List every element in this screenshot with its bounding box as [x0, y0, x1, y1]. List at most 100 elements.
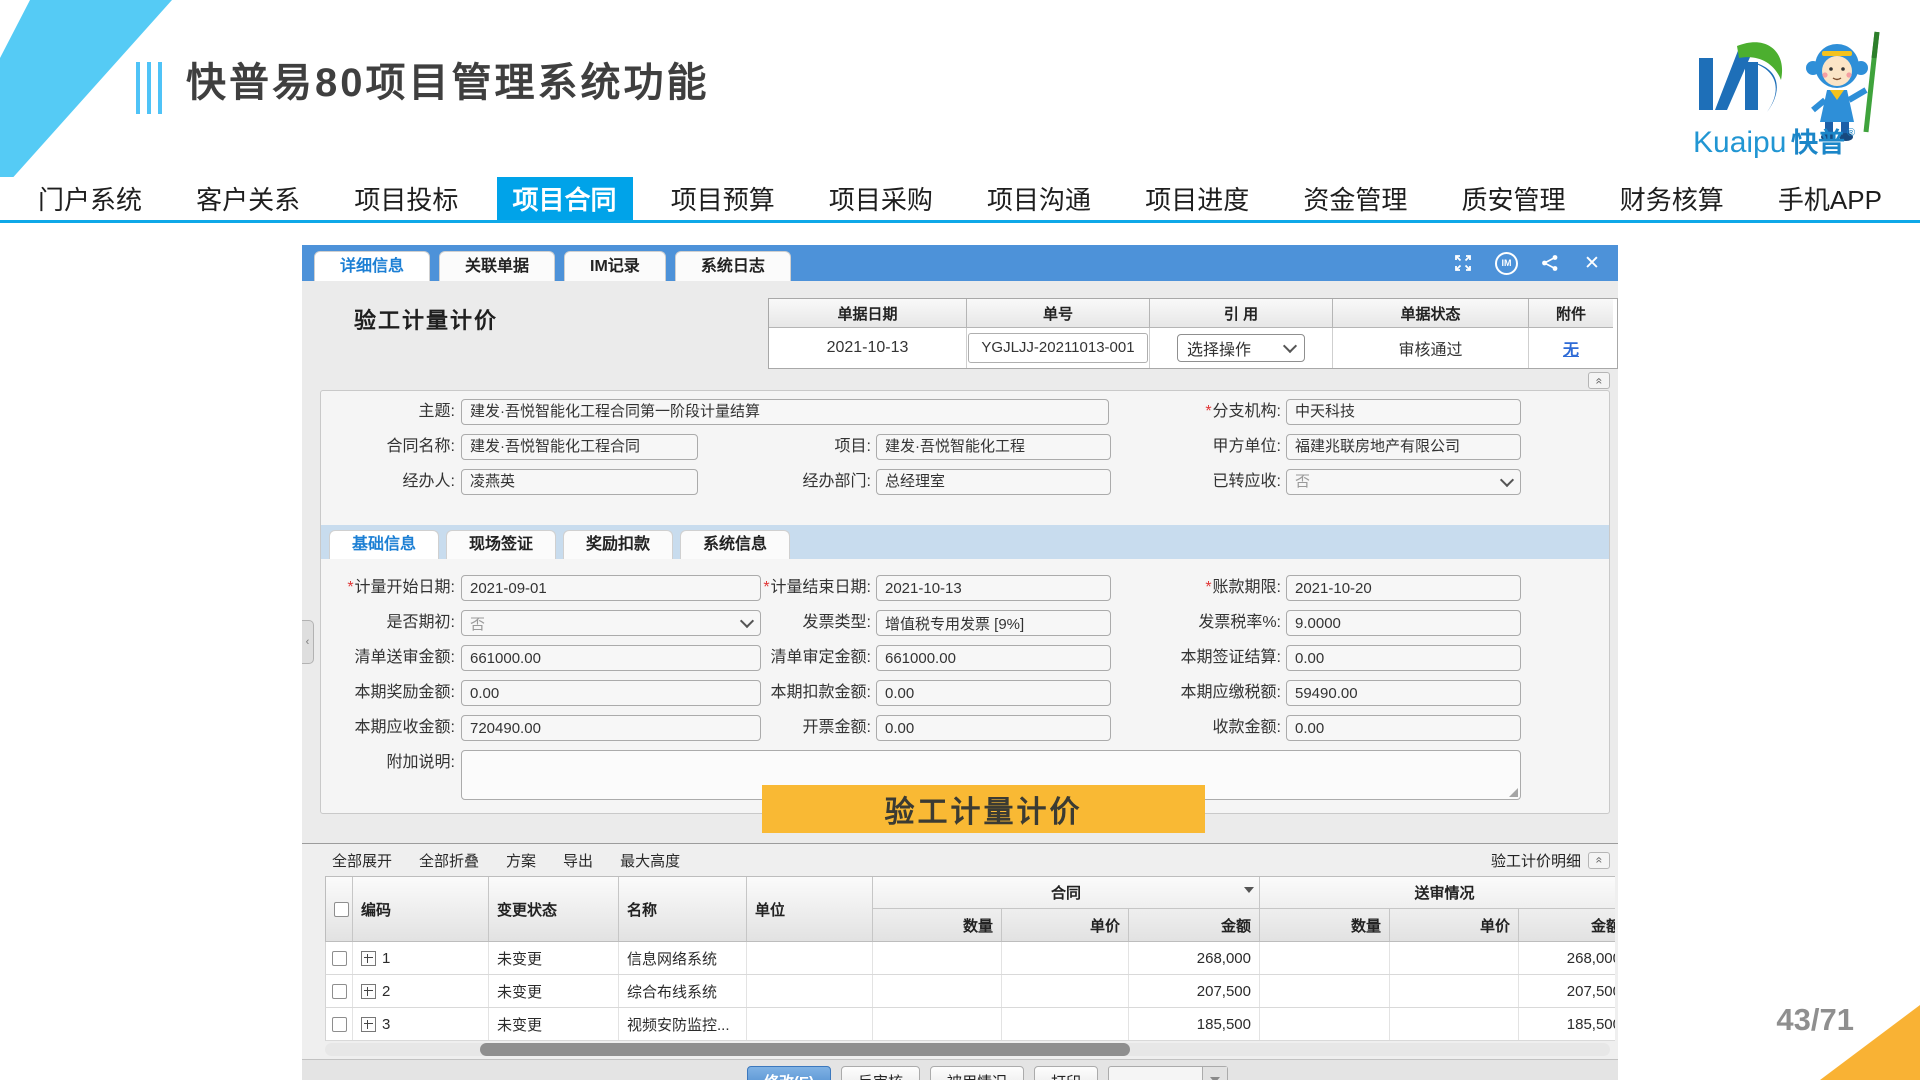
share-icon[interactable] [1540, 253, 1560, 273]
select-field[interactable]: 否 [461, 610, 761, 636]
text-field[interactable]: 720490.00 [461, 715, 761, 741]
handler-dept-field[interactable]: 总经理室 [876, 469, 1111, 495]
window-tab-4[interactable]: 系统日志 [675, 251, 791, 281]
nav-item-9[interactable]: 资金管理 [1287, 177, 1423, 220]
window-tab-3[interactable]: IM记录 [564, 251, 666, 281]
sub-tab-1[interactable]: 基础信息 [329, 530, 439, 559]
nav-item-10[interactable]: 质安管理 [1446, 177, 1582, 220]
text-field[interactable]: 661000.00 [876, 645, 1111, 671]
group-contract[interactable]: 合同 [873, 877, 1260, 909]
expand-icon[interactable] [1453, 253, 1473, 273]
text-field[interactable]: 0.00 [876, 680, 1111, 706]
col-review-price[interactable]: 单价 [1390, 909, 1519, 941]
nav-item-7[interactable]: 项目沟通 [971, 177, 1107, 220]
row-checkbox[interactable] [332, 984, 347, 999]
toolbar-link-1[interactable]: 全部展开 [332, 850, 392, 871]
window-tab-1[interactable]: 详细信息 [314, 251, 430, 281]
text-field[interactable]: 0.00 [1286, 645, 1521, 671]
reference-select[interactable]: 选择操作 [1177, 334, 1305, 362]
scrollbar-thumb[interactable] [480, 1043, 1130, 1056]
party-a-field[interactable]: 福建兆联房地产有限公司 [1286, 434, 1521, 460]
subject-label: 主题: [327, 399, 455, 425]
handler-label: 经办人: [327, 469, 455, 495]
panel-collapse-handle[interactable]: ‹ [302, 620, 314, 664]
text-field[interactable]: 0.00 [1286, 715, 1521, 741]
subject-field[interactable]: 建发·吾悦智能化工程合同第一阶段计量结算 [461, 399, 1109, 425]
toolbar-link-4[interactable]: 导出 [563, 850, 593, 871]
note-label: 附加说明: [327, 750, 455, 776]
field-label: *账款期限: [1137, 575, 1281, 601]
col-unit[interactable]: 单位 [747, 877, 873, 941]
sub-tab-4[interactable]: 系统信息 [680, 530, 790, 559]
toolbar-link-5[interactable]: 最大高度 [620, 850, 680, 871]
row-checkbox[interactable] [332, 951, 347, 966]
row-review-amount: 185,500 [1519, 1008, 1615, 1040]
group-review[interactable]: 送审情况 [1260, 877, 1615, 909]
row-unit [747, 975, 873, 1007]
modify-button[interactable]: 修改(E) [747, 1066, 831, 1080]
branch-field[interactable]: 中天科技 [1286, 399, 1521, 425]
expand-row-icon[interactable] [361, 1017, 376, 1032]
nav-item-2[interactable]: 客户关系 [180, 177, 316, 220]
col-contract-price[interactable]: 单价 [1002, 909, 1129, 941]
footer-button-2[interactable]: 被用情况 [930, 1066, 1024, 1080]
doc-col-status: 单据状态 [1333, 299, 1529, 328]
nav-item-3[interactable]: 项目投标 [338, 177, 474, 220]
required-asterisk: * [1205, 579, 1211, 596]
nav-item-5[interactable]: 项目预算 [655, 177, 791, 220]
field-label: 本期应收金额: [327, 715, 455, 741]
toolbar-link-3[interactable]: 方案 [506, 850, 536, 871]
sub-tab-3[interactable]: 奖励扣款 [563, 530, 673, 559]
doc-number-input[interactable]: YGJLJJ-20211013-001 [968, 333, 1148, 363]
text-field[interactable]: 增值税专用发票 [9%] [876, 610, 1111, 636]
footer-select[interactable] [1108, 1066, 1228, 1080]
row-checkbox[interactable] [332, 1017, 347, 1032]
close-icon[interactable]: ✕ [1582, 253, 1602, 273]
attachment-link[interactable]: 无 [1563, 336, 1579, 360]
col-review-qty[interactable]: 数量 [1260, 909, 1390, 941]
nav-item-1[interactable]: 门户系统 [22, 177, 158, 220]
nav-item-6[interactable]: 项目采购 [813, 177, 949, 220]
text-field[interactable]: 2021-09-01 [461, 575, 761, 601]
callout-banner: 验工计量计价 [762, 785, 1205, 833]
sub-tab-2[interactable]: 现场签证 [446, 530, 556, 559]
row-select-cell [326, 975, 353, 1007]
nav-item-11[interactable]: 财务核算 [1604, 177, 1740, 220]
resize-grip-icon[interactable] [1509, 788, 1518, 797]
footer-button-3[interactable]: 打印 [1034, 1066, 1098, 1080]
col-code[interactable]: 编码 [353, 877, 489, 941]
text-field[interactable]: 2021-10-20 [1286, 575, 1521, 601]
handler-field[interactable]: 凌燕英 [461, 469, 698, 495]
text-field[interactable]: 0.00 [876, 715, 1111, 741]
col-contract-qty[interactable]: 数量 [873, 909, 1002, 941]
footer-button-1[interactable]: 反审核 [841, 1066, 920, 1080]
expand-row-icon[interactable] [361, 984, 376, 999]
toolbar-link-2[interactable]: 全部折叠 [419, 850, 479, 871]
project-field[interactable]: 建发·吾悦智能化工程 [876, 434, 1111, 460]
text-field[interactable]: 9.0000 [1286, 610, 1521, 636]
receivable-select[interactable]: 否 [1286, 469, 1521, 495]
logo-brand-en: Kuaipu [1693, 126, 1786, 159]
column-menu-arrow-icon[interactable] [1244, 887, 1254, 893]
text-field[interactable]: 59490.00 [1286, 680, 1521, 706]
nav-item-8[interactable]: 项目进度 [1129, 177, 1265, 220]
nav-item-12[interactable]: 手机APP [1762, 177, 1898, 220]
col-contract-amount[interactable]: 金额 [1129, 909, 1260, 941]
text-field[interactable]: 0.00 [461, 680, 761, 706]
doc-col-date: 单据日期 [769, 299, 967, 328]
col-review-amount[interactable]: 金额 [1519, 909, 1615, 941]
nav-item-4[interactable]: 项目合同 [497, 177, 633, 220]
field-value: 0.00 [885, 685, 914, 702]
text-field[interactable]: 2021-10-13 [876, 575, 1111, 601]
select-all-checkbox[interactable] [334, 902, 349, 917]
window-tab-2[interactable]: 关联单据 [439, 251, 555, 281]
col-change-status[interactable]: 变更状态 [489, 877, 619, 941]
collapse-header-button[interactable]: « [1588, 372, 1610, 389]
contract-name-field[interactable]: 建发·吾悦智能化工程合同 [461, 434, 698, 460]
collapse-grid-button[interactable]: « [1588, 852, 1610, 869]
col-name[interactable]: 名称 [619, 877, 747, 941]
expand-row-icon[interactable] [361, 951, 376, 966]
im-icon[interactable]: IM [1495, 252, 1518, 275]
text-field[interactable]: 661000.00 [461, 645, 761, 671]
doc-header-table: 单据日期 单号 引 用 单据状态 附件 2021-10-13 YGJLJJ-20… [768, 298, 1618, 369]
